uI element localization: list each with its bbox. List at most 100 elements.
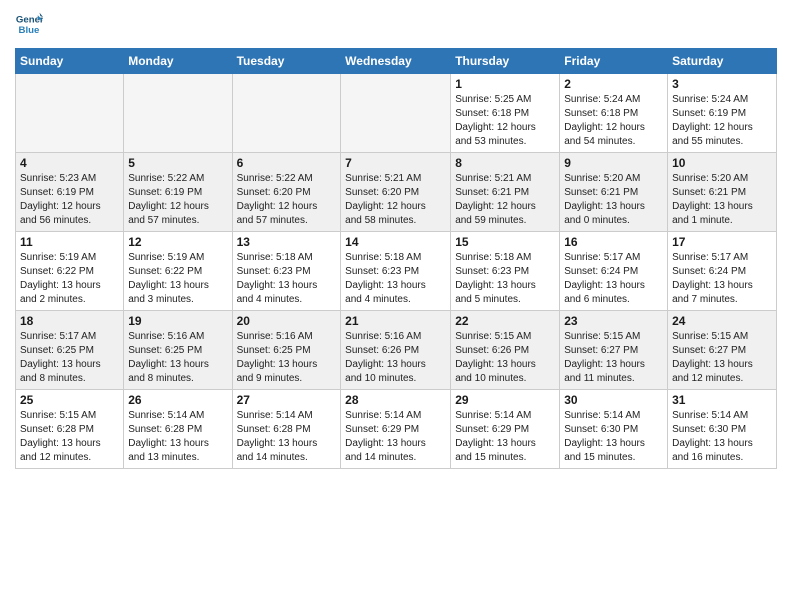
day-info: Sunrise: 5:15 AM Sunset: 6:28 PM Dayligh… [20,409,119,465]
day-number: 4 [20,156,119,170]
calendar-cell: 6Sunrise: 5:22 AM Sunset: 6:20 PM Daylig… [232,153,341,232]
calendar-cell [16,74,124,153]
day-number: 11 [20,235,119,249]
calendar-cell: 4 Sunrise: 5:23 AM Sunset: 6:19 PM Daylig… [16,153,124,232]
calendar-cell: 23Sunrise: 5:15 AM Sunset: 6:27 PM Dayli… [560,311,668,390]
calendar-cell: 13 Sunrise: 5:18 AM Sunset: 6:23 PM Dayli… [232,232,341,311]
day-info: Sunrise: 5:18 AM Sunset: 6:23 PM Dayligh… [345,251,446,307]
calendar-cell: 17 Sunrise: 5:17 AM Sunset: 6:24 PM Dayli… [668,232,777,311]
col-header-thursday: Thursday [451,49,560,74]
col-header-tuesday: Tuesday [232,49,341,74]
day-number: 22 [455,314,555,328]
day-info: Sunrise: 5:24 AM Sunset: 6:18 PM Dayligh… [564,93,663,149]
day-number: 21 [345,314,446,328]
week-row-1: 1 Sunrise: 5:25 AM Sunset: 6:18 PM Daylig… [16,74,777,153]
calendar-cell: 21 Sunrise: 5:16 AM Sunset: 6:26 PM Dayli… [341,311,451,390]
calendar-cell: 18 Sunrise: 5:17 AM Sunset: 6:25 PM Dayli… [16,311,124,390]
calendar-cell: 19 Sunrise: 5:16 AM Sunset: 6:25 PM Dayli… [124,311,232,390]
calendar-cell: 5 Sunrise: 5:22 AM Sunset: 6:19 PM Daylig… [124,153,232,232]
day-number: 23 [564,314,663,328]
day-info: Sunrise: 5:25 AM Sunset: 6:18 PM Dayligh… [455,93,555,149]
day-number: 18 [20,314,119,328]
day-number: 16 [564,235,663,249]
day-number: 8 [455,156,555,170]
day-info: Sunrise: 5:14 AM Sunset: 6:29 PM Dayligh… [455,409,555,465]
day-number: 27 [237,393,337,407]
week-row-5: 25Sunrise: 5:15 AM Sunset: 6:28 PM Dayli… [16,390,777,469]
calendar-cell: 24Sunrise: 5:15 AM Sunset: 6:27 PM Dayli… [668,311,777,390]
day-number: 26 [128,393,227,407]
calendar-cell: 3 Sunrise: 5:24 AM Sunset: 6:19 PM Daylig… [668,74,777,153]
day-number: 14 [345,235,446,249]
day-number: 6 [237,156,337,170]
day-info: Sunrise: 5:16 AM Sunset: 6:26 PM Dayligh… [345,330,446,386]
logo-icon: General Blue [15,10,43,38]
calendar-cell: 11 Sunrise: 5:19 AM Sunset: 6:22 PM Dayli… [16,232,124,311]
day-number: 29 [455,393,555,407]
day-number: 10 [672,156,772,170]
day-info: Sunrise: 5:22 AM Sunset: 6:19 PM Dayligh… [128,172,227,228]
calendar-cell [124,74,232,153]
calendar-cell: 22 Sunrise: 5:15 AM Sunset: 6:26 PM Dayli… [451,311,560,390]
calendar-cell: 8Sunrise: 5:21 AM Sunset: 6:21 PM Daylig… [451,153,560,232]
day-info: Sunrise: 5:24 AM Sunset: 6:19 PM Dayligh… [672,93,772,149]
day-info: Sunrise: 5:18 AM Sunset: 6:23 PM Dayligh… [237,251,337,307]
day-info: Sunrise: 5:14 AM Sunset: 6:28 PM Dayligh… [237,409,337,465]
day-info: Sunrise: 5:14 AM Sunset: 6:28 PM Dayligh… [128,409,227,465]
calendar-cell: 25Sunrise: 5:15 AM Sunset: 6:28 PM Dayli… [16,390,124,469]
calendar-cell: 1 Sunrise: 5:25 AM Sunset: 6:18 PM Daylig… [451,74,560,153]
calendar-cell: 2 Sunrise: 5:24 AM Sunset: 6:18 PM Daylig… [560,74,668,153]
col-header-saturday: Saturday [668,49,777,74]
day-info: Sunrise: 5:17 AM Sunset: 6:24 PM Dayligh… [564,251,663,307]
day-info: Sunrise: 5:19 AM Sunset: 6:22 PM Dayligh… [128,251,227,307]
day-number: 19 [128,314,227,328]
calendar-cell: 15Sunrise: 5:18 AM Sunset: 6:23 PM Dayli… [451,232,560,311]
day-number: 7 [345,156,446,170]
week-row-3: 11 Sunrise: 5:19 AM Sunset: 6:22 PM Dayli… [16,232,777,311]
calendar-cell [341,74,451,153]
day-info: Sunrise: 5:17 AM Sunset: 6:25 PM Dayligh… [20,330,119,386]
day-info: Sunrise: 5:18 AM Sunset: 6:23 PM Dayligh… [455,251,555,307]
day-number: 3 [672,77,772,91]
week-row-4: 18 Sunrise: 5:17 AM Sunset: 6:25 PM Dayli… [16,311,777,390]
day-number: 20 [237,314,337,328]
col-header-monday: Monday [124,49,232,74]
calendar-cell: 30Sunrise: 5:14 AM Sunset: 6:30 PM Dayli… [560,390,668,469]
day-info: Sunrise: 5:14 AM Sunset: 6:29 PM Dayligh… [345,409,446,465]
day-number: 13 [237,235,337,249]
day-number: 5 [128,156,227,170]
day-number: 2 [564,77,663,91]
day-info: Sunrise: 5:14 AM Sunset: 6:30 PM Dayligh… [672,409,772,465]
col-header-sunday: Sunday [16,49,124,74]
calendar-cell: 12 Sunrise: 5:19 AM Sunset: 6:22 PM Dayli… [124,232,232,311]
week-row-2: 4 Sunrise: 5:23 AM Sunset: 6:19 PM Daylig… [16,153,777,232]
day-number: 28 [345,393,446,407]
day-info: Sunrise: 5:19 AM Sunset: 6:22 PM Dayligh… [20,251,119,307]
svg-text:General: General [16,14,43,25]
calendar-cell [232,74,341,153]
svg-text:Blue: Blue [19,25,40,36]
day-number: 1 [455,77,555,91]
day-info: Sunrise: 5:16 AM Sunset: 6:25 PM Dayligh… [128,330,227,386]
day-number: 12 [128,235,227,249]
calendar-cell: 9 Sunrise: 5:20 AM Sunset: 6:21 PM Daylig… [560,153,668,232]
day-info: Sunrise: 5:16 AM Sunset: 6:25 PM Dayligh… [237,330,337,386]
day-number: 9 [564,156,663,170]
day-info: Sunrise: 5:20 AM Sunset: 6:21 PM Dayligh… [564,172,663,228]
day-info: Sunrise: 5:14 AM Sunset: 6:30 PM Dayligh… [564,409,663,465]
calendar-cell: 31 Sunrise: 5:14 AM Sunset: 6:30 PM Dayli… [668,390,777,469]
calendar-cell: 14 Sunrise: 5:18 AM Sunset: 6:23 PM Dayli… [341,232,451,311]
day-info: Sunrise: 5:23 AM Sunset: 6:19 PM Dayligh… [20,172,119,228]
calendar-cell: 20 Sunrise: 5:16 AM Sunset: 6:25 PM Dayli… [232,311,341,390]
col-header-wednesday: Wednesday [341,49,451,74]
calendar-cell: 28 Sunrise: 5:14 AM Sunset: 6:29 PM Dayli… [341,390,451,469]
calendar-header-row: SundayMondayTuesdayWednesdayThursdayFrid… [16,49,777,74]
logo: General Blue [15,10,47,38]
day-info: Sunrise: 5:15 AM Sunset: 6:26 PM Dayligh… [455,330,555,386]
day-info: Sunrise: 5:17 AM Sunset: 6:24 PM Dayligh… [672,251,772,307]
calendar-cell: 10 Sunrise: 5:20 AM Sunset: 6:21 PM Dayli… [668,153,777,232]
day-number: 24 [672,314,772,328]
day-number: 17 [672,235,772,249]
day-info: Sunrise: 5:20 AM Sunset: 6:21 PM Dayligh… [672,172,772,228]
day-number: 31 [672,393,772,407]
